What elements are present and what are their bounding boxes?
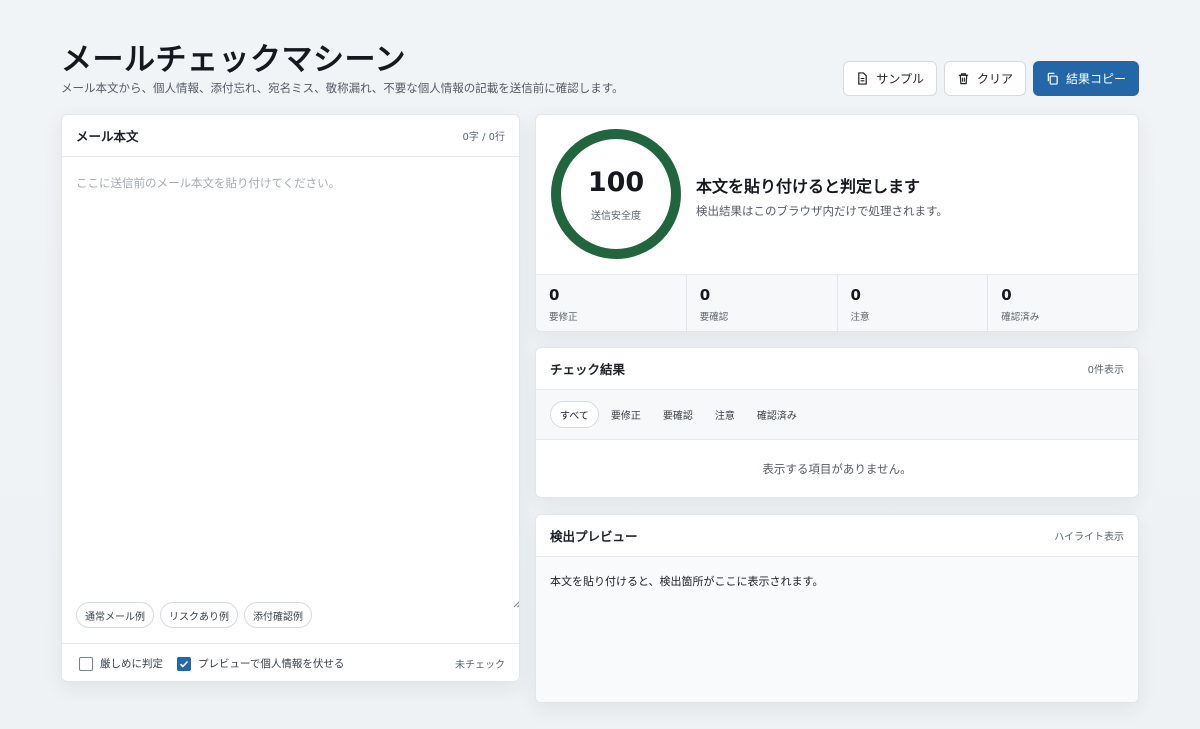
clear-button-label: クリア: [976, 72, 1013, 86]
preview-body: 本文を貼り付けると、検出箇所がここに表示されます。: [536, 557, 1138, 702]
preset-buttons: 通常メール例 リスクあり例 添付確認例: [76, 602, 312, 628]
stat-must-fix-label: 要修正: [549, 312, 578, 323]
stat-must-fix-value: 0: [549, 286, 560, 304]
results-panel: チェック結果 0件表示 すべて 要修正 要確認 注意 確認済み 表示する項目があ…: [535, 347, 1139, 498]
mail-body-input[interactable]: [62, 157, 519, 603]
stat-needs-review-value: 0: [699, 286, 711, 304]
preview-header: 検出プレビュー ハイライト表示: [536, 515, 1138, 557]
stat-must-fix: 0 要修正: [536, 275, 687, 331]
page-subtitle: メール本文から、個人情報、添付忘れ、宛名ミス、敬称漏れ、不要な個人情報の記載を送…: [61, 81, 624, 95]
mask-pii-option[interactable]: プレビューで個人情報を伏せる: [177, 656, 344, 671]
clear-button[interactable]: クリア: [943, 61, 1026, 96]
preset-risk-button[interactable]: リスクあり例: [160, 602, 238, 628]
sample-button[interactable]: サンプル: [843, 61, 937, 96]
results-empty-message: 表示する項目がありません。: [762, 462, 912, 476]
character-counter: 0字 / 0行: [462, 132, 505, 143]
sample-button-label: サンプル: [876, 72, 924, 86]
document-icon: [856, 72, 869, 85]
stat-caution-label: 注意: [850, 312, 870, 323]
safety-score-label: 送信安全度: [591, 211, 641, 222]
trash-icon: [957, 72, 970, 85]
preset-attachment-button[interactable]: 添付確認例: [244, 602, 312, 628]
results-title: チェック結果: [550, 362, 626, 377]
tab-confirmed[interactable]: 確認済み: [747, 401, 807, 428]
stat-caution: 0 注意: [838, 275, 989, 331]
preview-mode: ハイライト表示: [1054, 532, 1124, 543]
stat-confirmed: 0 確認済み: [988, 275, 1138, 331]
check-status: 未チェック: [455, 660, 505, 671]
editor-title: メール本文: [76, 129, 139, 144]
tab-must-fix[interactable]: 要修正: [601, 401, 651, 428]
verdict-subtitle: 検出結果はこのブラウザ内だけで処理されます。: [696, 204, 948, 218]
editor-footer: 厳しめに判定 プレビューで個人情報を伏せる 未チェック: [62, 643, 519, 681]
copy-results-button-label: 結果コピー: [1065, 72, 1126, 86]
copy-icon: [1046, 72, 1059, 85]
results-header: チェック結果 0件表示: [536, 348, 1138, 390]
tab-caution[interactable]: 注意: [705, 401, 745, 428]
preset-normal-button[interactable]: 通常メール例: [76, 602, 154, 628]
preview-panel: 検出プレビュー ハイライト表示 本文を貼り付けると、検出箇所がここに表示されます…: [535, 514, 1139, 703]
strict-mode-checkbox[interactable]: [79, 656, 93, 671]
stats-row: 0 要修正 0 要確認 0 注意 0 確認済み: [536, 274, 1138, 331]
page-title: メールチェックマシーン: [61, 42, 406, 78]
copy-results-button[interactable]: 結果コピー: [1032, 61, 1139, 96]
score-panel: 100 送信安全度 本文を貼り付けると判定します 検出結果はこのブラウザ内だけで…: [535, 114, 1139, 332]
tab-all[interactable]: すべて: [550, 401, 599, 428]
stat-needs-review: 0 要確認: [687, 275, 838, 331]
mask-pii-label: プレビューで個人情報を伏せる: [198, 658, 345, 670]
editor-panel: メール本文 0字 / 0行 通常メール例 リスクあり例 添付確認例 厳しめに判定…: [61, 114, 520, 682]
strict-mode-label: 厳しめに判定: [100, 658, 163, 670]
checkmark-icon: [179, 660, 189, 668]
safety-score-value: 100: [587, 167, 645, 198]
editor-header: メール本文 0字 / 0行: [62, 115, 519, 157]
stat-needs-review-label: 要確認: [699, 312, 729, 323]
toolbar: サンプル クリア 結果コピー: [843, 61, 1139, 96]
stat-confirmed-value: 0: [1001, 286, 1012, 304]
tab-needs-review[interactable]: 要確認: [653, 401, 703, 428]
resize-handle-icon[interactable]: [513, 593, 519, 608]
verdict-title: 本文を貼り付けると判定します: [696, 177, 921, 196]
results-count: 0件表示: [1087, 365, 1124, 376]
results-filter-tabs: すべて 要修正 要確認 注意 確認済み: [536, 390, 1138, 440]
strict-mode-option[interactable]: 厳しめに判定: [79, 656, 163, 671]
stat-confirmed-label: 確認済み: [1001, 312, 1040, 323]
preview-title: 検出プレビュー: [550, 529, 638, 544]
stat-caution-value: 0: [850, 286, 861, 304]
mask-pii-checkbox[interactable]: [177, 656, 191, 671]
